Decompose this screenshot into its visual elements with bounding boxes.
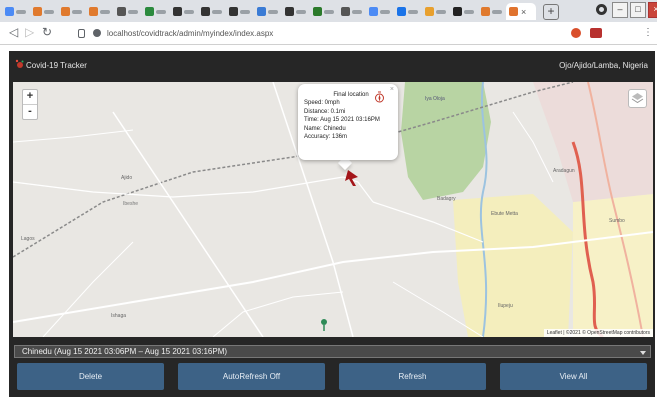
place-label: Ishaga (111, 313, 126, 319)
layers-icon (631, 93, 644, 104)
browser-tab-strip: × + – □ × (0, 0, 657, 22)
forward-icon[interactable]: ▷ (25, 25, 34, 39)
tab-favicon-icon (33, 7, 42, 16)
browser-tab[interactable] (282, 3, 308, 20)
place-label: Ebute Metta (491, 211, 518, 217)
tab-favicon-icon (229, 7, 238, 16)
place-label: Iya Oloja (425, 96, 445, 102)
place-label: Aradagun (553, 168, 575, 174)
browser-tab[interactable] (198, 3, 224, 20)
place-label: Ilupeju (498, 303, 513, 309)
location-popup: × Final location Speed: 0mph Distance: 0… (298, 84, 398, 160)
browser-tab[interactable] (394, 3, 420, 20)
layers-button[interactable] (628, 89, 647, 108)
close-tab-icon[interactable]: × (521, 7, 526, 17)
autorefresh-button[interactable]: AutoRefresh Off (178, 363, 325, 390)
zoom-control: + - (22, 89, 38, 120)
minimize-button[interactable]: – (612, 2, 628, 18)
place-label: Ajido (121, 175, 132, 181)
browser-tab[interactable] (254, 3, 280, 20)
popup-close-icon[interactable]: × (390, 86, 394, 93)
session-select-value: Chinedu (Aug 15 2021 03:06PM – Aug 15 20… (22, 347, 228, 356)
place-label: Badagry (437, 196, 456, 202)
tab-favicon-icon (313, 7, 322, 16)
refresh-button[interactable]: Refresh (339, 363, 486, 390)
place-label: Lagos (21, 236, 35, 242)
reload-icon[interactable]: ↻ (42, 25, 52, 39)
tab-favicon-icon (369, 7, 378, 16)
address-text: localhost/covidtrack/admin/myindex/index… (107, 28, 274, 38)
app-header: Covid-19 Tracker Ojo/Ajido/Lamba, Nigeri… (9, 51, 655, 81)
tracker-app: Covid-19 Tracker Ojo/Ajido/Lamba, Nigeri… (9, 51, 655, 397)
extension-icon[interactable] (571, 28, 581, 38)
browser-tab[interactable] (366, 3, 392, 20)
new-tab-button[interactable]: + (543, 4, 559, 20)
popup-accuracy: Accuracy: 136m (304, 134, 348, 140)
tab-favicon-icon (341, 7, 350, 16)
browser-tab[interactable] (142, 3, 168, 20)
tab-favicon-icon (89, 7, 98, 16)
popup-name: Name: Chinedu (304, 125, 346, 132)
virus-logo-icon (15, 59, 24, 68)
tab-favicon-icon (145, 7, 154, 16)
popup-time: Time: Aug 15 2021 03:16PM (304, 117, 380, 123)
browser-tab[interactable] (422, 3, 448, 20)
tab-favicon-icon (397, 7, 406, 16)
app-brand[interactable]: Covid-19 Tracker (26, 61, 87, 70)
tab-favicon-icon (509, 7, 518, 16)
browser-tab[interactable] (2, 3, 28, 20)
tab-favicon-icon (453, 7, 462, 16)
back-icon[interactable]: ◁ (9, 25, 18, 39)
browser-tab[interactable] (114, 3, 140, 20)
extension-icon[interactable] (590, 28, 602, 38)
menu-icon[interactable]: ⋮ (643, 27, 653, 38)
browser-tab[interactable] (478, 3, 504, 20)
zoom-in-button[interactable]: + (23, 90, 37, 105)
browser-tab[interactable] (30, 3, 56, 20)
tab-favicon-icon (117, 7, 126, 16)
map-view[interactable]: Ajido Ibeshe Iya Oloja Lagos Ebute Metta… (13, 82, 653, 337)
chevron-down-icon (640, 351, 646, 355)
browser-tab[interactable] (170, 3, 196, 20)
compass-icon (375, 91, 384, 103)
delete-button[interactable]: Delete (17, 363, 164, 390)
tab-favicon-icon (61, 7, 70, 16)
address-bar[interactable]: localhost/covidtrack/admin/myindex/index… (78, 25, 558, 41)
tab-favicon-icon (481, 7, 490, 16)
browser-tab[interactable] (310, 3, 336, 20)
browser-tab[interactable] (450, 3, 476, 20)
active-browser-tab[interactable]: × (506, 3, 536, 20)
browser-toolbar: ◁ ▷ ↻ localhost/covidtrack/admin/myindex… (0, 22, 657, 45)
maximize-button[interactable]: □ (630, 2, 646, 18)
browser-tab[interactable] (226, 3, 252, 20)
zoom-out-button[interactable]: - (23, 105, 37, 119)
tab-favicon-icon (425, 7, 434, 16)
browser-tab[interactable] (58, 3, 84, 20)
browser-tab[interactable] (338, 3, 364, 20)
map-attribution[interactable]: Leaflet | ©2021 © OpenStreetMap contribu… (543, 329, 653, 337)
tab-favicon-icon (257, 7, 266, 16)
browser-tab[interactable] (86, 3, 112, 20)
close-window-button[interactable]: × (648, 2, 657, 18)
tab-favicon-icon (5, 7, 14, 16)
profile-icon[interactable] (596, 4, 607, 15)
page-icon (78, 28, 85, 38)
session-select[interactable]: Chinedu (Aug 15 2021 03:06PM – Aug 15 20… (14, 345, 651, 358)
place-label: Ibeshe (123, 201, 138, 207)
site-info-icon[interactable] (93, 29, 101, 37)
tab-favicon-icon (201, 7, 210, 16)
popup-distance: Distance: 0.1mi (304, 108, 346, 115)
tab-favicon-icon (173, 7, 182, 16)
location-label: Ojo/Ajido/Lamba, Nigeria (559, 61, 648, 70)
window-controls: – □ × (610, 2, 657, 18)
view-all-button[interactable]: View All (500, 363, 647, 390)
tab-favicon-icon (285, 7, 294, 16)
place-label: Sumbo (609, 218, 625, 224)
